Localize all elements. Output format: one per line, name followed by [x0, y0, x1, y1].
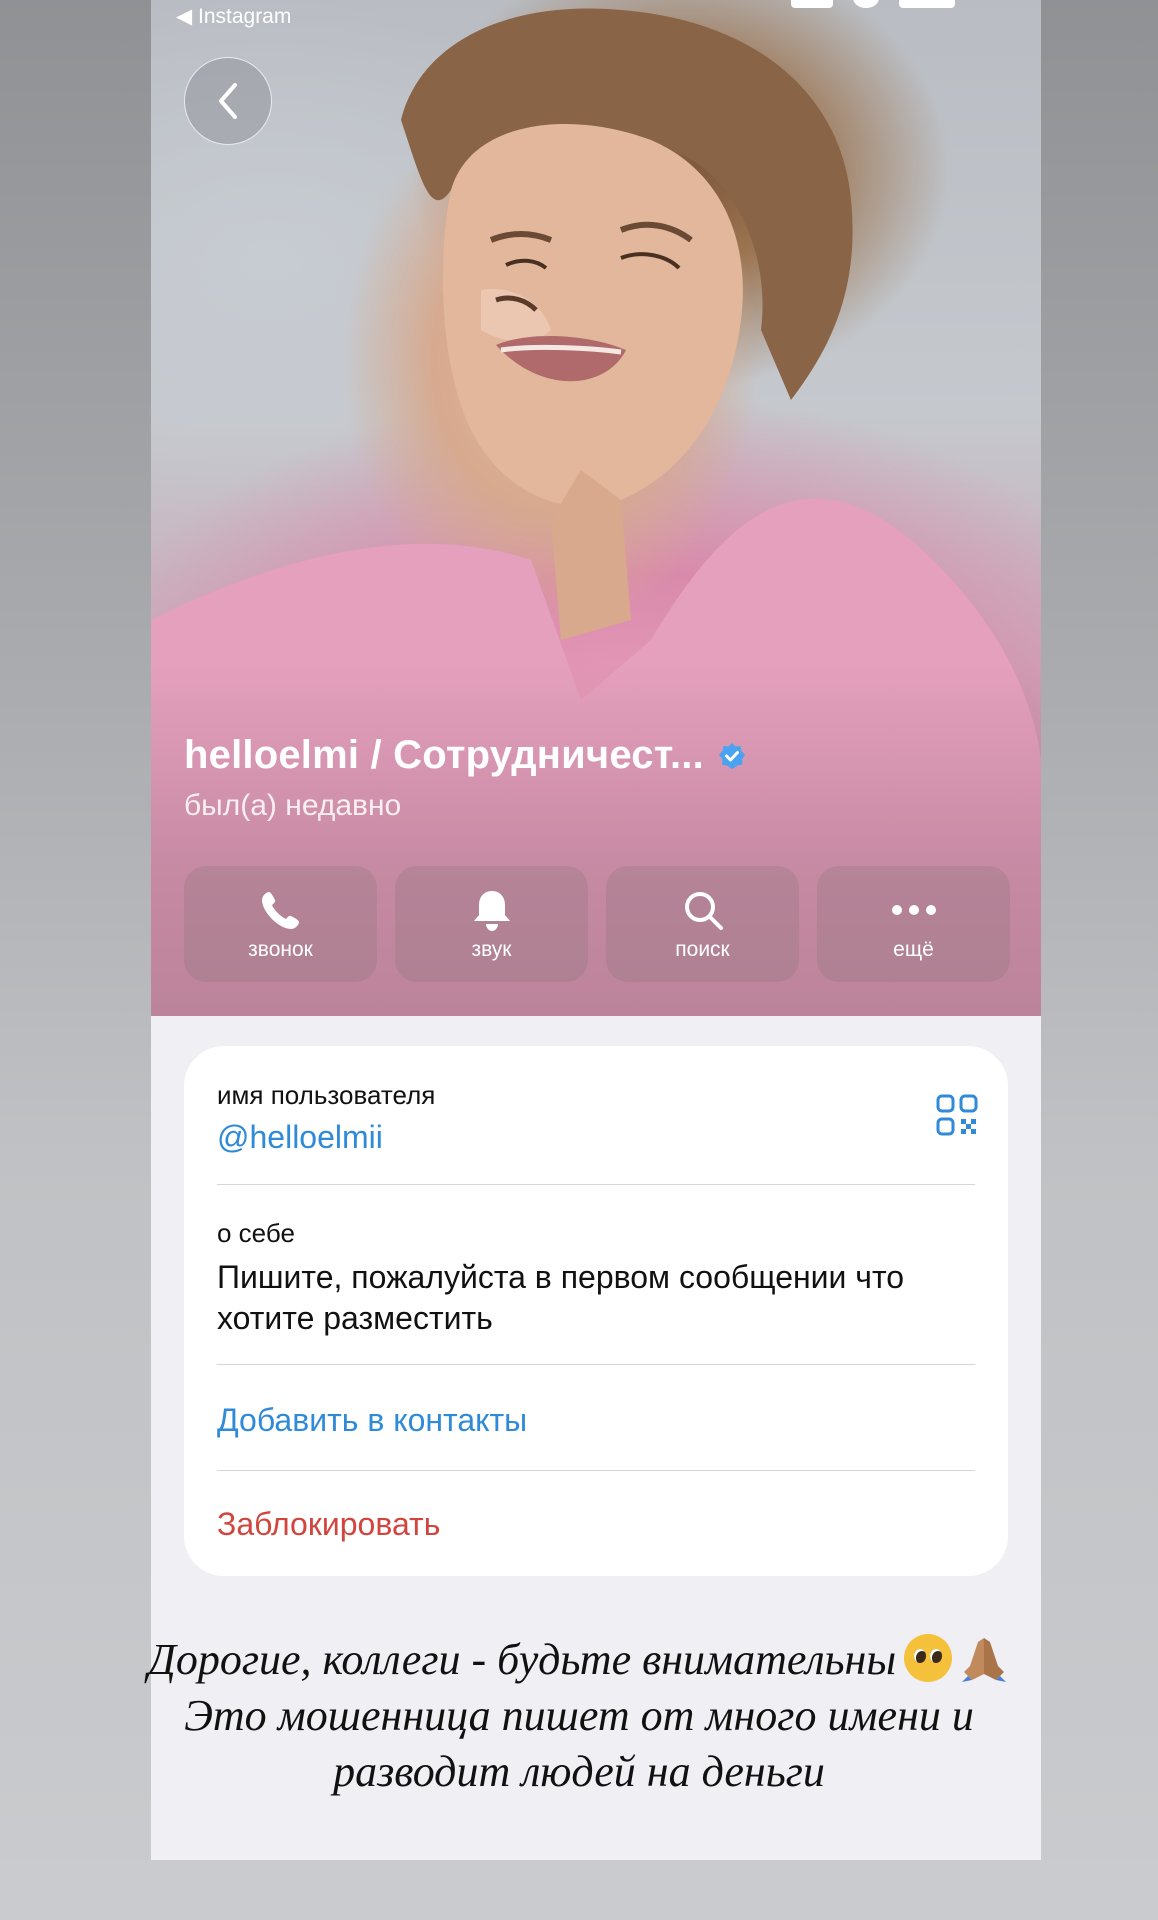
- caption-line-1-text: Дорогие, коллеги - будьте внимательны: [147, 1635, 897, 1684]
- background-band: [0, 1860, 1158, 1920]
- chevron-left-icon: [219, 83, 237, 119]
- more-button[interactable]: ещё: [817, 866, 1010, 982]
- profile-name-row: helloelmi / Сотрудничест...: [184, 733, 746, 778]
- search-button[interactable]: поиск: [606, 866, 799, 982]
- search-icon: [684, 892, 723, 930]
- search-button-label: поиск: [675, 938, 730, 961]
- back-button[interactable]: [184, 57, 272, 145]
- username-value[interactable]: @helloelmii: [217, 1119, 975, 1156]
- divider: [217, 1470, 975, 1471]
- signal-icon: [791, 0, 833, 8]
- more-button-label: ещё: [893, 938, 934, 961]
- add-contact-row[interactable]: Добавить в контакты: [217, 1402, 975, 1439]
- pleading-face-emoji: [904, 1634, 953, 1682]
- phone-icon: [261, 892, 299, 929]
- block-row[interactable]: Заблокировать: [217, 1506, 975, 1543]
- last-seen-status: был(а) недавно: [184, 789, 402, 822]
- back-to-app-label: ◀ Instagram: [176, 5, 292, 28]
- bio-row: о себе Пишите, пожалуйста в первом сообщ…: [217, 1218, 975, 1339]
- bell-icon: [473, 891, 510, 931]
- qr-code-button[interactable]: [936, 1094, 978, 1141]
- divider: [217, 1364, 975, 1365]
- call-button[interactable]: звонок: [184, 866, 377, 982]
- telegram-profile-screenshot: ◀ Instagram helloelmi / Сотрудничест... …: [151, 0, 1041, 1860]
- profile-name: helloelmi / Сотрудничест...: [184, 733, 704, 777]
- profile-info-card: имя пользователя @helloelmii о себе Пиши…: [184, 1046, 1008, 1576]
- status-bar-back-to-app[interactable]: ◀ Instagram: [176, 4, 291, 29]
- more-icon: [891, 905, 936, 915]
- story-caption: Дорогие, коллеги - будьте внимательны Эт…: [0, 1632, 1158, 1800]
- bio-text: Пишите, пожалуйста в первом сообщении чт…: [217, 1259, 905, 1336]
- caption-line-2: Это мошенница пишет от много имени и: [184, 1691, 974, 1740]
- bio-label: о себе: [217, 1218, 295, 1248]
- verified-badge-icon: [718, 742, 745, 769]
- qr-code-icon: [936, 1094, 978, 1136]
- username-label: имя пользователя: [217, 1080, 436, 1110]
- sound-button-label: звук: [471, 938, 512, 961]
- block-user-link[interactable]: Заблокировать: [217, 1506, 975, 1543]
- profile-actions: звонок звук поиск ещё: [184, 866, 1010, 982]
- sound-button[interactable]: звук: [395, 866, 588, 982]
- divider: [217, 1184, 975, 1185]
- battery-icon: [899, 0, 955, 8]
- profile-photo: ◀ Instagram helloelmi / Сотрудничест... …: [151, 0, 1041, 1016]
- wifi-icon: [853, 0, 879, 8]
- username-row[interactable]: имя пользователя @helloelmii: [217, 1080, 975, 1156]
- status-bar-icons: [791, 0, 955, 8]
- add-contact-link[interactable]: Добавить в контакты: [217, 1402, 975, 1439]
- folded-hands-emoji: [962, 1638, 1007, 1682]
- caption-line-1: Дорогие, коллеги - будьте внимательны: [0, 1632, 1158, 1688]
- call-button-label: звонок: [248, 938, 313, 961]
- caption-line-3: разводит людей на деньги: [333, 1747, 825, 1796]
